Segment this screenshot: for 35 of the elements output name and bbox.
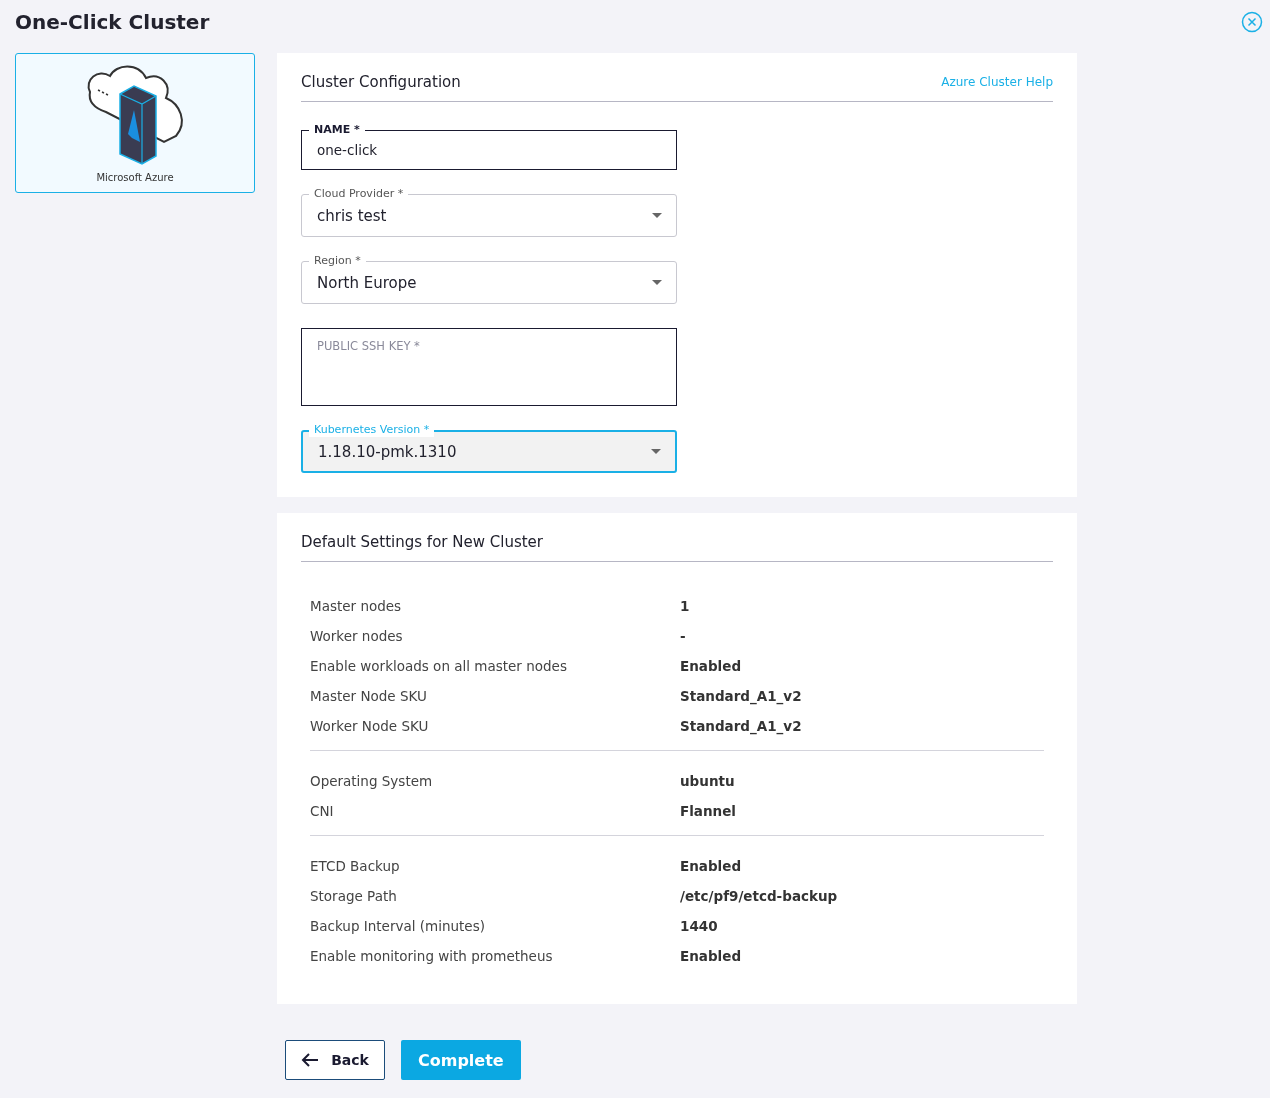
page-title: One-Click Cluster — [15, 10, 210, 34]
setting-value: Standard_A1_v2 — [680, 687, 802, 706]
arrow-left-icon — [301, 1053, 320, 1067]
setting-label: CNI — [310, 802, 335, 821]
caret-icon — [652, 213, 662, 218]
setting-label: Master Node SKU — [310, 687, 428, 706]
setting-label: ETCD Backup — [310, 857, 401, 876]
setting-label: Enable monitoring with prometheus — [310, 947, 554, 966]
field-label: Region * — [309, 254, 366, 268]
provider-card[interactable]: Microsoft Azure — [15, 53, 255, 193]
setting-value: /etc/pf9/etcd-backup — [680, 887, 838, 906]
setting-value: Standard_A1_v2 — [680, 717, 802, 736]
setting-value: 1440 — [680, 917, 718, 936]
close-icon[interactable] — [1241, 11, 1263, 33]
provider-label: Microsoft Azure — [96, 172, 174, 183]
setting-label: Enable workloads on all master nodes — [310, 657, 568, 676]
setting-value: ubuntu — [680, 772, 735, 791]
setting-value: Enabled — [680, 857, 742, 876]
setting-label: Worker Node SKU — [310, 717, 430, 736]
setting-label: Backup Interval (minutes) — [310, 917, 486, 936]
setting-value: Enabled — [680, 947, 742, 966]
setting-label: Worker nodes — [310, 627, 404, 646]
setting-value: - — [680, 627, 686, 646]
setting-label: Storage Path — [310, 887, 398, 906]
caret-icon — [652, 280, 662, 285]
setting-value: Flannel — [680, 802, 736, 821]
panel-title: Default Settings for New Cluster — [301, 533, 543, 551]
caret-icon — [651, 449, 661, 454]
setting-value: 1 — [680, 597, 690, 616]
setting-label: Operating System — [310, 772, 434, 791]
setting-value: Enabled — [680, 657, 742, 676]
panel-title: Cluster Configuration — [301, 73, 461, 91]
setting-label: Master nodes — [310, 597, 403, 616]
field-label: Kubernetes Version * — [309, 423, 435, 437]
back-button[interactable]: Back — [285, 1040, 385, 1080]
